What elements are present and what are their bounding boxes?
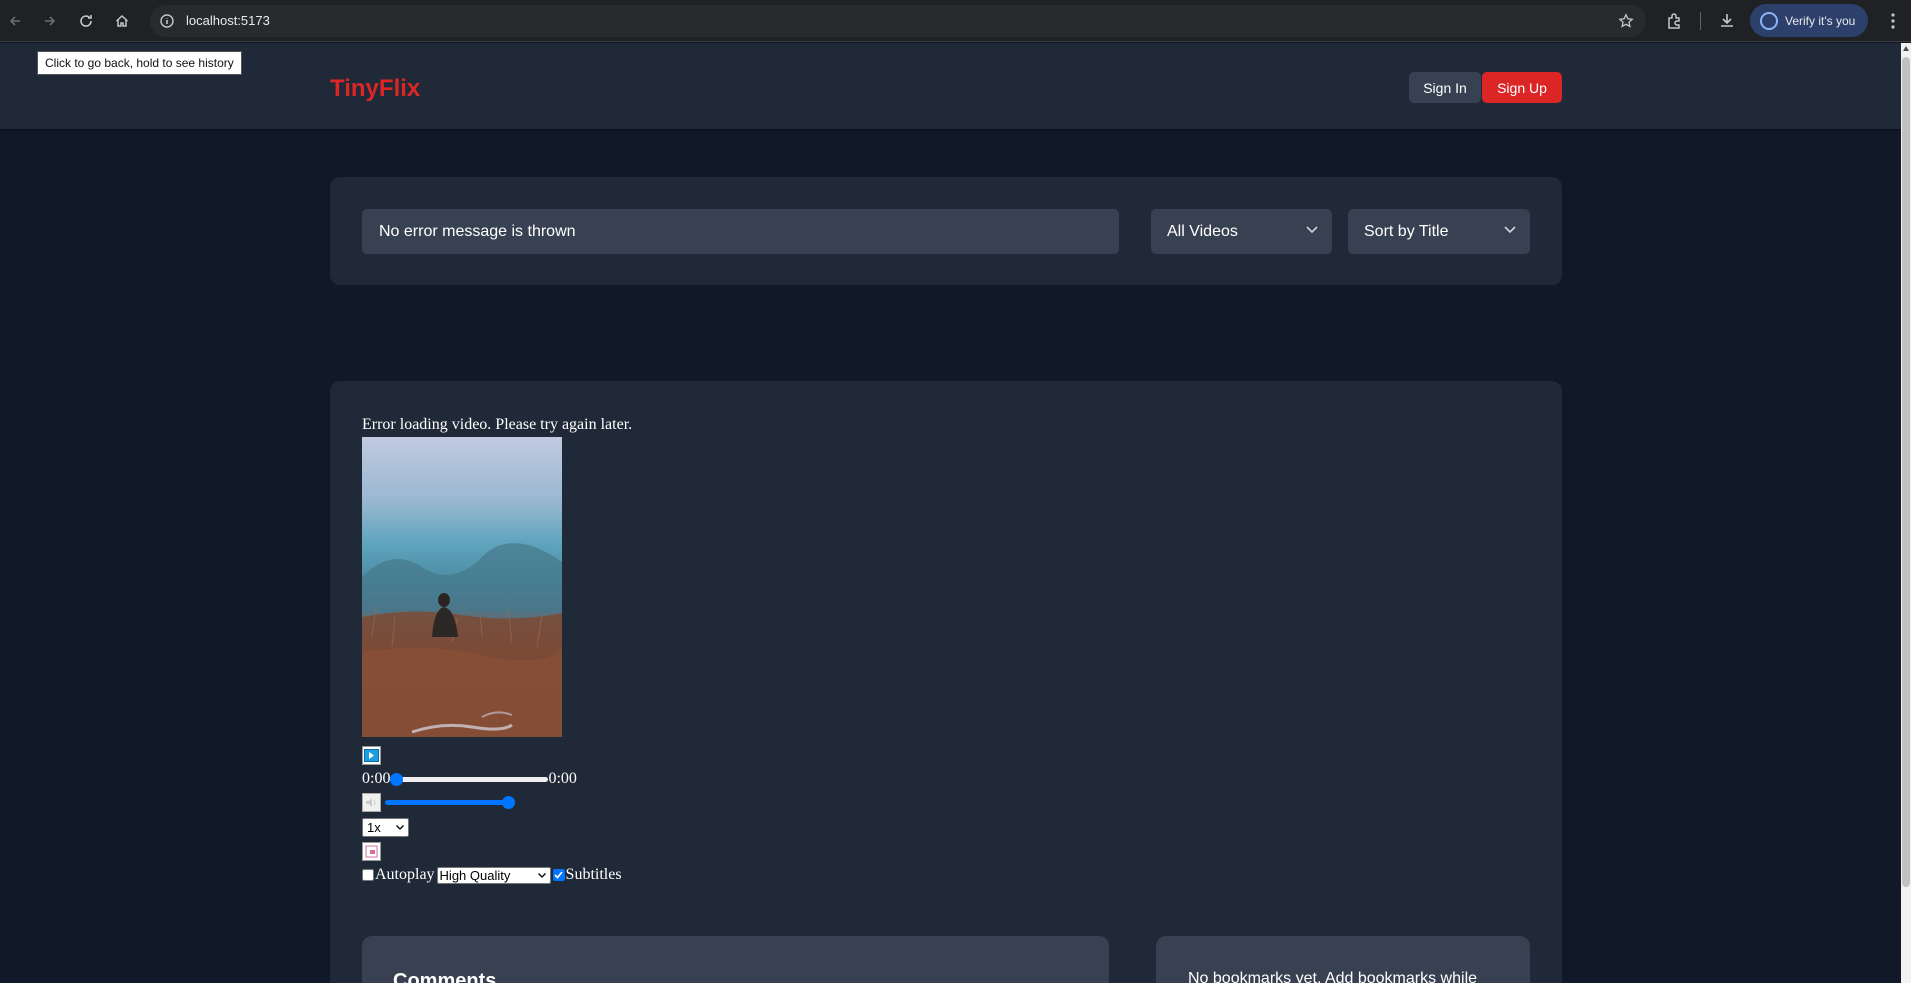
back-tooltip: Click to go back, hold to see history (37, 51, 242, 75)
scroll-up-icon[interactable] (1903, 46, 1909, 51)
error-message: Error loading video. Please try again la… (362, 416, 633, 433)
quality-value: High Quality (439, 867, 511, 883)
sign-up-button[interactable]: Sign Up (1482, 72, 1562, 103)
current-time: 0:00 (362, 770, 391, 787)
autoplay-checkbox[interactable] (362, 869, 374, 881)
address-bar[interactable]: localhost:5173 (150, 5, 1646, 37)
toolbar-divider (1700, 12, 1701, 30)
download-icon[interactable] (1717, 11, 1737, 31)
chevron-down-icon (1306, 226, 1318, 234)
video-player-card: Error loading video. Please try again la… (330, 381, 1562, 983)
profile-label: Verify it's you (1785, 13, 1856, 28)
volume-slider[interactable] (385, 795, 515, 809)
seek-slider[interactable] (390, 772, 549, 786)
play-button[interactable] (362, 746, 381, 765)
speed-select[interactable]: 1x (362, 818, 409, 837)
sign-in-button[interactable]: Sign In (1409, 72, 1481, 103)
pip-icon (365, 845, 378, 858)
speaker-icon (366, 797, 376, 807)
play-icon (364, 749, 379, 762)
comments-title: Comments (393, 970, 497, 983)
category-select[interactable]: All Videos (1151, 209, 1332, 254)
scrollbar-thumb[interactable] (1902, 57, 1910, 887)
site-info-icon[interactable] (159, 13, 175, 29)
dropdown-arrow-icon (396, 825, 404, 830)
sort-select[interactable]: Sort by Title (1348, 209, 1530, 254)
time-row: 0:00 0:00 (362, 770, 577, 788)
comments-panel: Comments (362, 936, 1109, 983)
home-icon[interactable] (110, 9, 134, 33)
player-options-row: Autoplay High Quality Subtitles (362, 866, 622, 884)
app-header: TinyFlix Sign In Sign Up (0, 43, 1901, 129)
search-input[interactable] (362, 209, 1119, 254)
bookmarks-empty-text: No bookmarks yet. Add bookmarks while (1188, 970, 1478, 983)
profile-avatar-icon (1760, 11, 1778, 30)
url-text: localhost:5173 (186, 13, 270, 28)
duration: 0:00 (548, 770, 577, 787)
volume-fill (385, 800, 509, 805)
browser-toolbar: localhost:5173 Verify it's you (0, 0, 1911, 42)
seek-rail (390, 777, 549, 782)
volume-row (362, 792, 515, 812)
volume-knob[interactable] (502, 796, 515, 809)
browser-menu-icon[interactable] (1883, 11, 1903, 31)
seek-knob[interactable] (390, 773, 404, 786)
reload-icon[interactable] (74, 9, 98, 33)
checkmark-icon (554, 871, 563, 879)
dropdown-arrow-icon (537, 872, 546, 878)
logo[interactable]: TinyFlix (330, 75, 420, 103)
back-icon[interactable] (3, 9, 27, 33)
category-select-value: All Videos (1167, 222, 1238, 240)
subtitles-checkbox[interactable] (552, 869, 565, 881)
quality-select[interactable]: High Quality (436, 866, 551, 884)
forward-icon[interactable] (38, 9, 62, 33)
chevron-down-icon (1504, 226, 1516, 234)
picture-in-picture-button[interactable] (362, 842, 381, 861)
subtitles-label: Subtitles (565, 866, 622, 883)
bookmark-star-icon[interactable] (1618, 13, 1634, 29)
extensions-icon[interactable] (1665, 11, 1685, 31)
filter-bar: All Videos Sort by Title (330, 177, 1562, 285)
autoplay-label: Autoplay (375, 866, 435, 883)
video-poster[interactable] (362, 437, 562, 737)
bookmarks-panel: No bookmarks yet. Add bookmarks while (1156, 936, 1530, 983)
speed-value: 1x (367, 820, 381, 835)
sort-select-value: Sort by Title (1364, 222, 1449, 240)
profile-button[interactable]: Verify it's you (1750, 4, 1868, 37)
page-scrollbar[interactable] (1901, 43, 1911, 983)
mute-button[interactable] (362, 792, 381, 812)
